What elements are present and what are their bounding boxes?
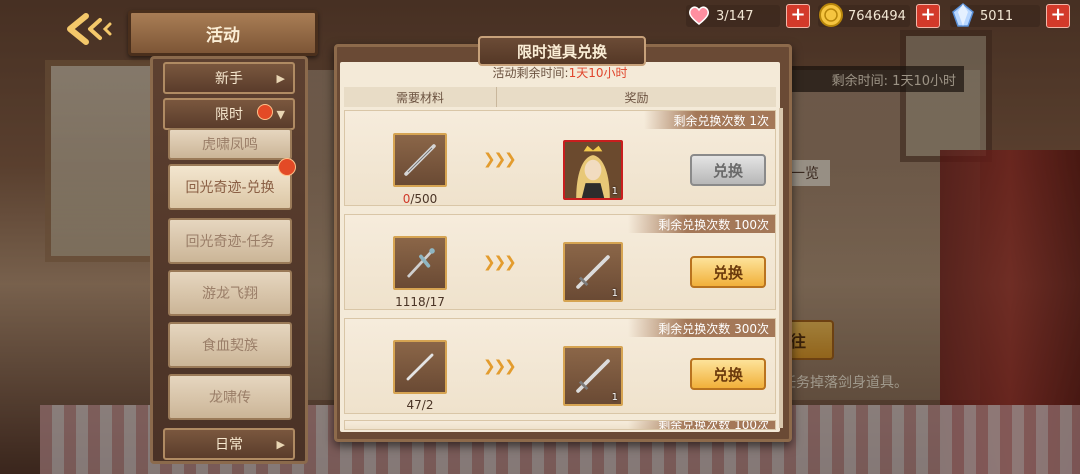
sidebar-item-1[interactable]: 虎啸凤鸣	[168, 128, 292, 160]
gold-value: 7646494	[848, 8, 906, 24]
column-header: 需要材料 奖励	[344, 87, 776, 107]
sidebar-category-limited[interactable]: 限时 ▼	[163, 98, 295, 130]
sidebar-item-4[interactable]: 游龙飞翔	[168, 270, 292, 316]
gold-resource: 7646494 +	[818, 3, 940, 28]
blade-fragment-icon	[406, 353, 434, 381]
event-timer: 活动剩余时间:1天10小时	[492, 66, 628, 80]
reward-slot[interactable]: 1	[563, 140, 623, 200]
sidebar-item-5[interactable]: 食血契族	[168, 322, 292, 368]
list-scrollbar[interactable]	[779, 108, 783, 428]
flame-badge-icon	[257, 104, 273, 120]
sidebar-item-2[interactable]: 回光奇迹-兑换	[168, 164, 292, 210]
material-count: 0/500	[402, 192, 438, 206]
sidebar-category-daily[interactable]: 日常 ▶	[163, 428, 295, 460]
material-count: 47/2	[406, 398, 434, 412]
back-arrow-icon	[67, 13, 112, 45]
dialog-title: 限时道具兑换	[478, 36, 646, 66]
page-title: 活动	[128, 10, 318, 56]
gem-value: 5011	[980, 8, 1014, 24]
chevron-down-icon: ▼	[276, 107, 285, 121]
remaining-count: 剩余兑换次数 1次	[643, 111, 775, 129]
add-stamina-button[interactable]: +	[786, 4, 810, 28]
material-slot[interactable]	[393, 340, 447, 394]
remaining-count: 剩余兑换次数 300次	[628, 319, 775, 337]
arrow-chevrons-icon: ❯❯❯	[483, 253, 517, 271]
exchange-button-disabled[interactable]: 兑换	[690, 154, 766, 186]
coin-icon	[819, 3, 843, 27]
sidebar-item-6[interactable]: 龙啸传	[168, 374, 292, 420]
stamina-resource: 3/147 +	[686, 4, 810, 28]
gem-resource: 5011 +	[950, 3, 1070, 28]
add-gold-button[interactable]: +	[916, 4, 940, 28]
heart-icon	[688, 6, 710, 25]
sidebar-category-new[interactable]: 新手 ▶	[163, 62, 295, 94]
reward-slot[interactable]: 1	[563, 242, 623, 302]
flame-badge-icon	[278, 158, 296, 176]
arrow-chevrons-icon: ❯❯❯	[483, 150, 517, 168]
add-gem-button[interactable]: +	[1046, 4, 1070, 28]
material-slot[interactable]	[393, 236, 447, 290]
exchange-row-partial: 剩余兑换次数 100次	[344, 420, 776, 430]
remaining-count: 剩余兑换次数 100次	[628, 421, 775, 429]
chevron-right-icon: ▶	[276, 71, 285, 85]
material-count: 1118/17	[395, 295, 445, 309]
blade-icon	[404, 144, 436, 176]
material-slot[interactable]	[393, 133, 447, 187]
column-reward: 奖励	[624, 90, 649, 105]
column-material: 需要材料	[344, 87, 497, 107]
sidebar-item-3[interactable]: 回光奇迹-任务	[168, 218, 292, 264]
reward-slot[interactable]: 1	[563, 346, 623, 406]
arrow-chevrons-icon: ❯❯❯	[483, 357, 517, 375]
chevron-right-icon: ▶	[276, 437, 285, 451]
crystal-icon	[952, 3, 974, 27]
stamina-value: 3/147	[716, 8, 754, 24]
hilt-icon	[406, 248, 435, 278]
exchange-button[interactable]: 兑换	[690, 256, 766, 288]
remaining-count: 剩余兑换次数 100次	[628, 215, 775, 233]
exchange-button[interactable]: 兑换	[690, 358, 766, 390]
back-button[interactable]	[64, 12, 118, 46]
